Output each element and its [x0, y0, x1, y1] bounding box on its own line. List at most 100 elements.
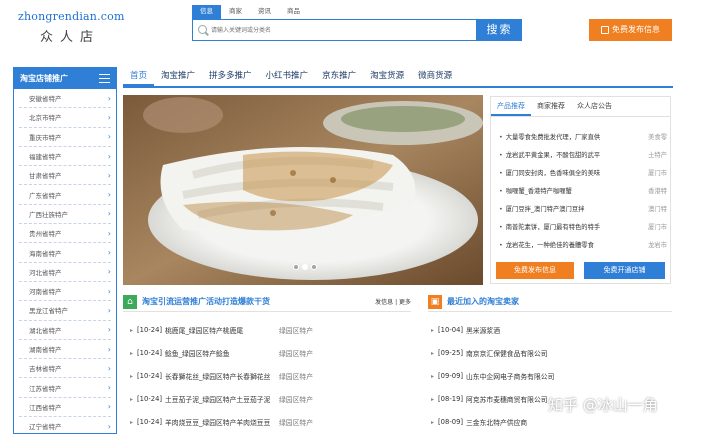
page: zhongrendian.com 众人店 信息 商家 资讯 商品 搜索 免费发布… [0, 0, 720, 434]
publish-free-button[interactable]: 免费发布信息 [496, 262, 574, 279]
sidebar-item[interactable]: 江苏省特产 › [19, 378, 111, 398]
recommend-panel: 产品推荐 商家推荐 众人店公告 大量零食免费批发代理，厂家直供美食零 龙岩武平黄… [490, 96, 671, 284]
carousel-dot[interactable] [293, 264, 299, 270]
publish-info-button[interactable]: 免费发布信息 [589, 19, 672, 41]
sidebar-header[interactable]: 淘宝店铺推广 [14, 68, 116, 89]
row-title: 山东中企网电子商务有限公司 [466, 373, 555, 381]
sidebar-item-label: 黑龙江省特产 [29, 307, 68, 316]
search-input[interactable] [211, 23, 471, 37]
sellers-section-title[interactable]: 最近加入的淘宝卖家 [447, 296, 519, 307]
search-tab-news[interactable]: 资讯 [250, 5, 279, 19]
nav-taobao-supply[interactable]: 淘宝货源 [363, 66, 411, 86]
watermark: 知乎 @冰山一角 [548, 396, 658, 414]
sidebar-item[interactable]: 海南省特产 › [19, 243, 111, 263]
sidebar-item[interactable]: 湖北省特产 › [19, 321, 111, 340]
row-title: 三金东北特产供应商 [466, 419, 528, 427]
list-item[interactable]: 龙岩武平黄金果，不酸包甜的武平土特产 [499, 146, 667, 162]
promo-section-title[interactable]: 淘宝引流运营推广活动打造爆款干货 [142, 296, 270, 307]
list-item[interactable]: ▸ [08-19] 阿克苏市麦穗商贸有限公司 [431, 388, 548, 410]
sidebar-item[interactable]: 福建省特产 › [19, 147, 111, 167]
chevron-right-icon: › [107, 93, 111, 103]
sidebar-title: 淘宝店铺推广 [20, 74, 68, 83]
bullet-icon: ▸ [431, 395, 435, 403]
table-row[interactable]: ▸ [10-24] 羊肉烧豆豆_绿园区特产羊肉烧豆豆 绿园区特产 [130, 411, 313, 433]
search-icon [198, 25, 207, 34]
table-row[interactable]: ▸ [10-24] 鲶鱼_绿园区特产鲶鱼 绿园区特产 [130, 342, 313, 364]
row-title: 黑米源浆酒 [466, 327, 500, 335]
sidebar-item[interactable]: 甘肃省特产 › [19, 166, 111, 186]
sidebar-item-label: 福建省特产 [29, 153, 62, 162]
recommend-tabs: 产品推荐 商家推荐 众人店公告 [491, 97, 670, 117]
list-item[interactable]: 大量零食免费批发代理，厂家直供美食零 [499, 128, 667, 144]
list-item[interactable]: 龙岩花生，一种绝佳的養體零食龙岩市 [499, 236, 667, 252]
more-link[interactable]: 发信息 | 更多 [375, 297, 411, 306]
sidebar-item[interactable]: 重庆市特产 › [19, 128, 111, 147]
chevron-right-icon: › [107, 267, 111, 277]
sidebar-item-label: 甘肃省特产 [29, 172, 62, 181]
search-tab-merchant[interactable]: 商家 [221, 5, 250, 19]
list-item[interactable]: ▸ [10-04] 黑米源浆酒 [431, 319, 500, 341]
sidebar-item[interactable]: 广东省特产 › [19, 185, 111, 205]
logo-url[interactable]: zhongrendian.com [18, 10, 125, 23]
nav-jd[interactable]: 京东推广 [315, 66, 363, 86]
table-row[interactable]: ▸ [10-24] 土豆茄子泥_绿园区特产土豆茄子泥 绿园区特产 [130, 388, 313, 410]
list-item[interactable]: ▸ [08-09] 三金东北特产供应商 [431, 411, 527, 433]
chevron-right-icon: › [107, 132, 111, 142]
sidebar-item[interactable]: 广西壮族特产 › [19, 205, 111, 225]
nav-taobao[interactable]: 淘宝推广 [154, 66, 202, 86]
row-category: 绿园区特产 [279, 373, 313, 381]
sidebar-item[interactable]: 辽宁省特产 › [19, 417, 111, 434]
sidebar-item[interactable]: 湖南省特产 › [19, 340, 111, 360]
list-item[interactable]: ▸ [09-25] 南京京汇保健食品有限公司 [431, 342, 548, 364]
chevron-right-icon: › [107, 363, 111, 373]
tab-merchants[interactable]: 商家推荐 [531, 97, 571, 116]
sidebar-item-label: 安徽省特产 [29, 95, 62, 104]
carousel-dot-active[interactable] [302, 264, 308, 270]
search-button[interactable]: 搜索 [477, 19, 522, 41]
row-date: [08-09] [438, 418, 464, 426]
list-item[interactable]: 咖喱蟹_香港特产咖喱蟹香港特 [499, 182, 667, 198]
nav-pinduoduo[interactable]: 拼多多推广 [202, 66, 259, 86]
chevron-right-icon: › [107, 421, 111, 431]
chevron-right-icon: › [107, 325, 111, 335]
item-source: 厦门市 [648, 169, 667, 177]
list-item[interactable]: ▸ [09-09] 山东中企网电子商务有限公司 [431, 365, 554, 387]
sidebar-item-label: 吉林省特产 [29, 365, 62, 374]
search-tab-goods[interactable]: 商品 [279, 5, 308, 19]
sidebar-item[interactable]: 安徽省特产 › [19, 89, 111, 109]
chevron-right-icon: › [107, 228, 111, 238]
sidebar-item[interactable]: 江西省特产 › [19, 398, 111, 418]
list-item[interactable]: 厦门豆拌_澳门特产澳门豆拌澳门特 [499, 200, 667, 216]
row-date: [10-04] [438, 326, 464, 334]
sidebar-item[interactable]: 贵州省特产 › [19, 224, 111, 244]
nav-home[interactable]: 首页 [123, 66, 155, 86]
sidebar-item-label: 河南省特产 [29, 288, 62, 297]
logo-name[interactable]: 众人店 [40, 26, 100, 45]
table-row[interactable]: ▸ [10-24] 长春獅花丝_绿园区特产长春獅花丝 绿园区特产 [130, 365, 313, 387]
sidebar-item[interactable]: 黑龙江省特产 › [19, 301, 111, 321]
item-source: 厦门市 [648, 223, 667, 231]
menu-icon[interactable] [99, 74, 110, 83]
table-row[interactable]: ▸ [10-24] 桃鹿尾_绿园区特产桃鹿尾 绿园区特产 [130, 319, 313, 341]
main-nav: 首页 淘宝推广 拼多多推广 小红书推广 京东推广 淘宝货源 微商货源 [123, 66, 673, 88]
tab-products[interactable]: 产品推荐 [491, 97, 531, 116]
sidebar-item-label: 江苏省特产 [29, 384, 62, 393]
item-source: 澳门特 [648, 205, 667, 213]
list-item[interactable]: 南普陀素饼，厦门最有特色的特手厦门市 [499, 218, 667, 234]
carousel-dot[interactable] [311, 264, 317, 270]
sidebar-item-label: 辽宁省特产 [29, 423, 62, 432]
rice-roll-photo [123, 95, 483, 285]
list-item[interactable]: 厦门同安封肉，色香味俱全的美味厦门市 [499, 164, 667, 180]
open-shop-button[interactable]: 免费开通店铺 [584, 262, 665, 279]
search-tab-info[interactable]: 信息 [192, 5, 221, 19]
sidebar-item[interactable]: 河南省特产 › [19, 282, 111, 302]
tab-announcements[interactable]: 众人店公告 [571, 97, 618, 116]
nav-wechat-supply[interactable]: 微商货源 [411, 66, 459, 86]
sidebar-item[interactable]: 北京市特产 › [19, 108, 111, 128]
sidebar-item[interactable]: 吉林省特产 › [19, 359, 111, 379]
banner-image[interactable] [123, 95, 483, 285]
nav-xiaohongshu[interactable]: 小红书推广 [259, 66, 316, 86]
bullet-icon: ▸ [130, 326, 134, 334]
sidebar-item[interactable]: 河北省特产 › [19, 263, 111, 282]
sidebar-item-label: 湖南省特产 [29, 346, 62, 354]
